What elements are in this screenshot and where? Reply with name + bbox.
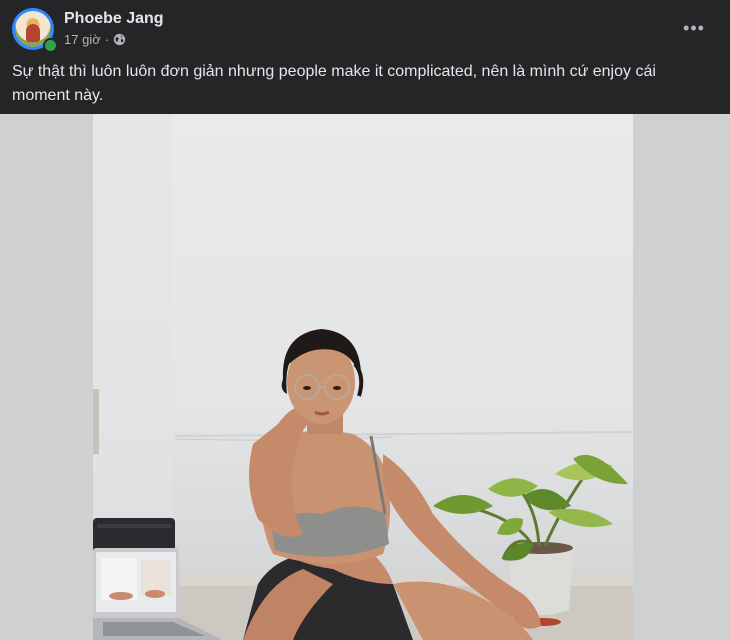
online-status-dot	[43, 38, 58, 53]
post-header: Phoebe Jang 17 giờ · ••• Sự thật thì luô…	[0, 0, 730, 114]
more-options-button[interactable]: •••	[676, 14, 712, 42]
wall-fixture	[93, 389, 99, 454]
post-time[interactable]: 17 giờ	[64, 32, 101, 47]
globe-icon[interactable]	[113, 33, 126, 46]
post-meta: 17 giờ ·	[64, 32, 126, 47]
photo-illustration	[93, 114, 633, 640]
post-caption: Sự thật thì luôn luôn đơn giản nhưng peo…	[12, 63, 656, 104]
author-name[interactable]: Phoebe Jang	[64, 10, 164, 28]
avatar-figure	[26, 24, 40, 42]
meta-separator: ·	[104, 32, 110, 47]
photo-container	[0, 114, 730, 640]
post-photo[interactable]	[93, 114, 633, 640]
wall-crack	[174, 431, 633, 437]
more-horizontal-icon: •••	[683, 17, 705, 38]
